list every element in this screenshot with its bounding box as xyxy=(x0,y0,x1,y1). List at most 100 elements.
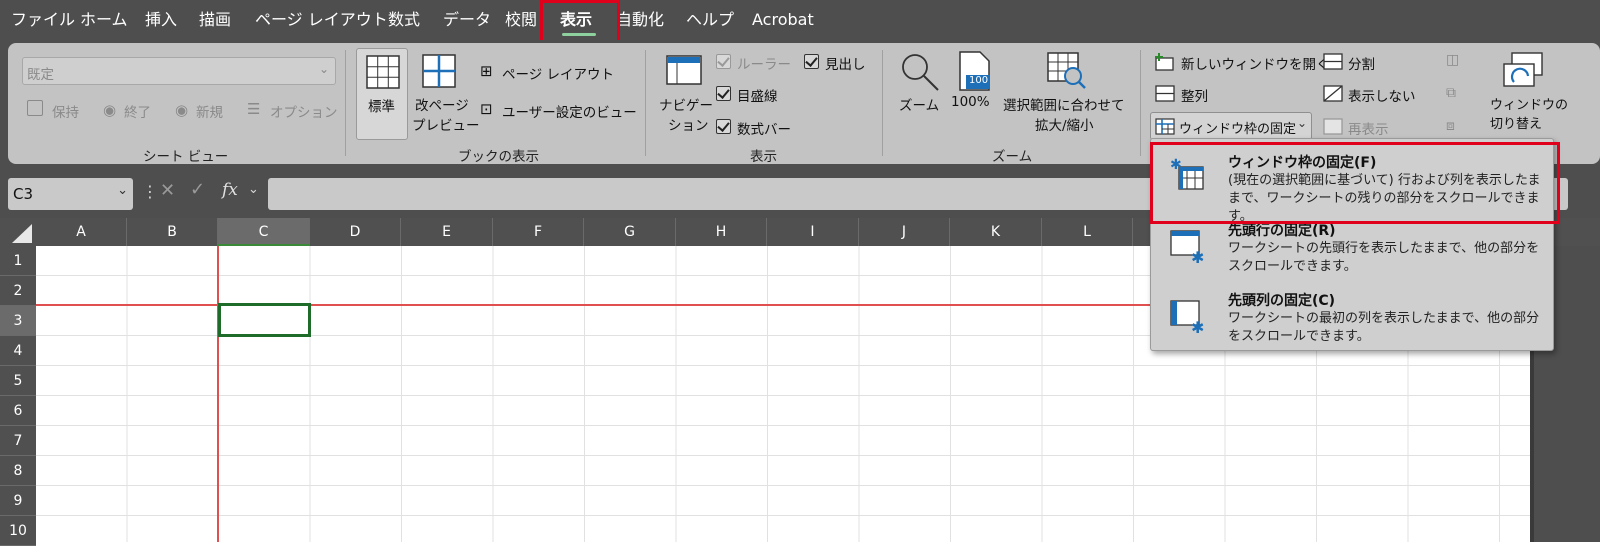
gridlines-checkbox[interactable] xyxy=(716,86,731,101)
enter-check-icon[interactable]: ✓ xyxy=(190,179,205,200)
menu-draw[interactable]: 描画 xyxy=(199,0,231,40)
headings-label: 見出し xyxy=(825,57,866,73)
freeze-panes-small-icon xyxy=(1155,118,1175,135)
column-header-selected[interactable]: C xyxy=(218,218,310,246)
freeze-first-column-icon: ✱ xyxy=(1170,300,1204,335)
split-icon xyxy=(1323,53,1343,70)
freeze-top-row-title: 先頭行の固定(R) xyxy=(1228,223,1336,239)
menu-data[interactable]: データ xyxy=(443,0,491,40)
sheet-view-keep-button[interactable]: 保持 xyxy=(52,101,79,121)
ribbon-separator xyxy=(645,50,646,156)
cancel-icon[interactable]: ✕ xyxy=(160,180,175,201)
menu-insert[interactable]: 挿入 xyxy=(145,0,177,40)
sheet-view-dropdown[interactable]: 既定 ⌄ xyxy=(22,57,336,85)
normal-view-button[interactable]: 標準 xyxy=(356,48,408,140)
row-header[interactable]: 7 xyxy=(0,426,36,456)
row-header[interactable]: 9 xyxy=(0,486,36,516)
menu-review[interactable]: 校閲 xyxy=(505,0,537,40)
reset-window-position-icon[interactable]: ⧈ xyxy=(1446,118,1455,134)
group-label-zoom: ズーム xyxy=(992,149,1033,165)
column-header[interactable]: K xyxy=(950,218,1042,246)
gridlines-label: 目盛線 xyxy=(737,89,778,105)
freeze-panes-icon: ✱ xyxy=(1170,157,1204,190)
select-all-corner[interactable] xyxy=(4,222,34,244)
zoom-to-selection-button[interactable]: 選択範囲に合わせて 拡大/縮小 xyxy=(1003,48,1133,140)
column-header[interactable]: F xyxy=(493,218,584,246)
zoom-100-button[interactable]: 100 100% xyxy=(948,48,998,140)
column-header[interactable]: J xyxy=(859,218,950,246)
freeze-first-column-option[interactable]: ✱ 先頭列の固定(C) ワークシートの最初の列を表示したままで、他の部分をスクロ… xyxy=(1151,283,1555,353)
row-header[interactable]: 2 xyxy=(0,276,36,306)
zoom-label: ズーム xyxy=(899,98,940,114)
normal-view-label: 標準 xyxy=(368,99,395,115)
navigation-button[interactable]: ナビゲー ション xyxy=(658,48,713,140)
menu-acrobat[interactable]: Acrobat xyxy=(752,0,814,40)
arrange-button[interactable]: 整列 xyxy=(1181,85,1208,105)
sheet-view-value: 既定 xyxy=(27,67,54,83)
row-header[interactable]: 5 xyxy=(0,366,36,396)
freeze-panes-label: ウィンドウ枠の固定 xyxy=(1179,122,1297,137)
freeze-panes-dropdown: ✱ ウィンドウ枠の固定(F) (現在の選択範囲に基づいて) 行および列を表示した… xyxy=(1150,138,1554,351)
freeze-top-row-option[interactable]: ✱ 先頭行の固定(R) ワークシートの先頭行を表示したままで、他の部分をスクロー… xyxy=(1151,213,1555,283)
hide-window-button[interactable]: 表示しない xyxy=(1348,85,1416,105)
column-header[interactable]: B xyxy=(127,218,218,246)
custom-views-button[interactable]: ユーザー設定のビュー xyxy=(502,101,637,121)
menu-bar: ファイル ホーム 挿入 描画 ページ レイアウト 数式 データ 校閲 表示 自動… xyxy=(0,0,1600,40)
chevron-down-icon[interactable]: ⌄ xyxy=(248,182,259,197)
magnifier-icon xyxy=(902,54,939,91)
hide-window-icon xyxy=(1323,85,1343,102)
menu-automate[interactable]: 自動化 xyxy=(616,0,664,40)
insert-function-icon[interactable]: fx xyxy=(222,180,238,200)
freeze-panes-button[interactable]: ウィンドウ枠の固定 ⌄ xyxy=(1150,112,1312,140)
column-header[interactable]: L xyxy=(1042,218,1133,246)
new-window-icon xyxy=(1155,53,1174,71)
switch-windows-button[interactable]: ウィンドウの 切り替え xyxy=(1484,48,1568,140)
page-break-label-1: 改ページ xyxy=(415,98,469,114)
synchronous-scrolling-icon[interactable]: ⧉ xyxy=(1446,85,1456,101)
column-header[interactable]: I xyxy=(767,218,859,246)
menu-formulas[interactable]: 数式 xyxy=(388,0,420,40)
row-header[interactable]: 1 xyxy=(0,246,36,276)
row-header[interactable]: 4 xyxy=(0,336,36,366)
sheet-view-new-button[interactable]: 新規 xyxy=(196,101,223,121)
svg-text:✱: ✱ xyxy=(1191,248,1204,265)
navigation-label-2: ション xyxy=(668,118,709,134)
view-side-by-side-icon[interactable]: ◫ xyxy=(1446,52,1459,68)
switch-windows-label-1: ウィンドウの xyxy=(1490,98,1569,113)
column-header[interactable]: H xyxy=(676,218,767,246)
sheet-view-exit-button[interactable]: 終了 xyxy=(124,101,151,121)
unhide-window-button[interactable]: 再表示 xyxy=(1348,118,1389,138)
headings-checkbox[interactable] xyxy=(804,54,819,69)
row-header-selected[interactable]: 3 xyxy=(0,306,36,336)
sheet-view-options-button[interactable]: オプション xyxy=(270,101,338,121)
column-header[interactable]: G xyxy=(584,218,676,246)
column-header[interactable]: E xyxy=(401,218,493,246)
row-header[interactable]: 8 xyxy=(0,456,36,486)
ruler-checkbox[interactable] xyxy=(716,54,731,69)
split-button[interactable]: 分割 xyxy=(1348,53,1375,73)
name-box[interactable]: C3 ⌄ xyxy=(8,178,133,210)
menu-help[interactable]: ヘルプ xyxy=(686,0,734,40)
formula-bar-checkbox[interactable] xyxy=(716,119,731,134)
group-label-show: 表示 xyxy=(750,149,777,165)
column-header[interactable]: A xyxy=(36,218,127,246)
eye-exit-icon: ◉ xyxy=(103,101,117,119)
freeze-panes-option[interactable]: ✱ ウィンドウ枠の固定(F) (現在の選択範囲に基づいて) 行および列を表示した… xyxy=(1151,143,1555,224)
more-options-icon[interactable]: ⋮ xyxy=(142,182,158,201)
page-break-preview-button[interactable]: 改ページ プレビュー xyxy=(412,48,480,140)
zoom-button[interactable]: ズーム xyxy=(895,48,945,140)
active-cell-c3[interactable] xyxy=(218,303,311,337)
menu-home[interactable]: ホーム xyxy=(80,0,128,40)
new-window-button[interactable]: 新しいウィンドウを開く xyxy=(1181,53,1330,73)
menu-file[interactable]: ファイル xyxy=(11,0,75,40)
chevron-down-icon: ⌄ xyxy=(1297,116,1308,130)
svg-text:✱: ✱ xyxy=(1170,157,1182,173)
chevron-down-icon: ⌄ xyxy=(318,62,329,76)
row-header[interactable]: 6 xyxy=(0,396,36,426)
svg-text:✱: ✱ xyxy=(1191,318,1204,335)
zoom-100-label: 100% xyxy=(951,94,990,110)
page-layout-button[interactable]: ページ レイアウト xyxy=(502,63,614,83)
menu-page-layout[interactable]: ページ レイアウト xyxy=(255,0,388,40)
zoom-100-icon-text: 100 xyxy=(969,75,989,86)
column-header[interactable]: D xyxy=(310,218,401,246)
